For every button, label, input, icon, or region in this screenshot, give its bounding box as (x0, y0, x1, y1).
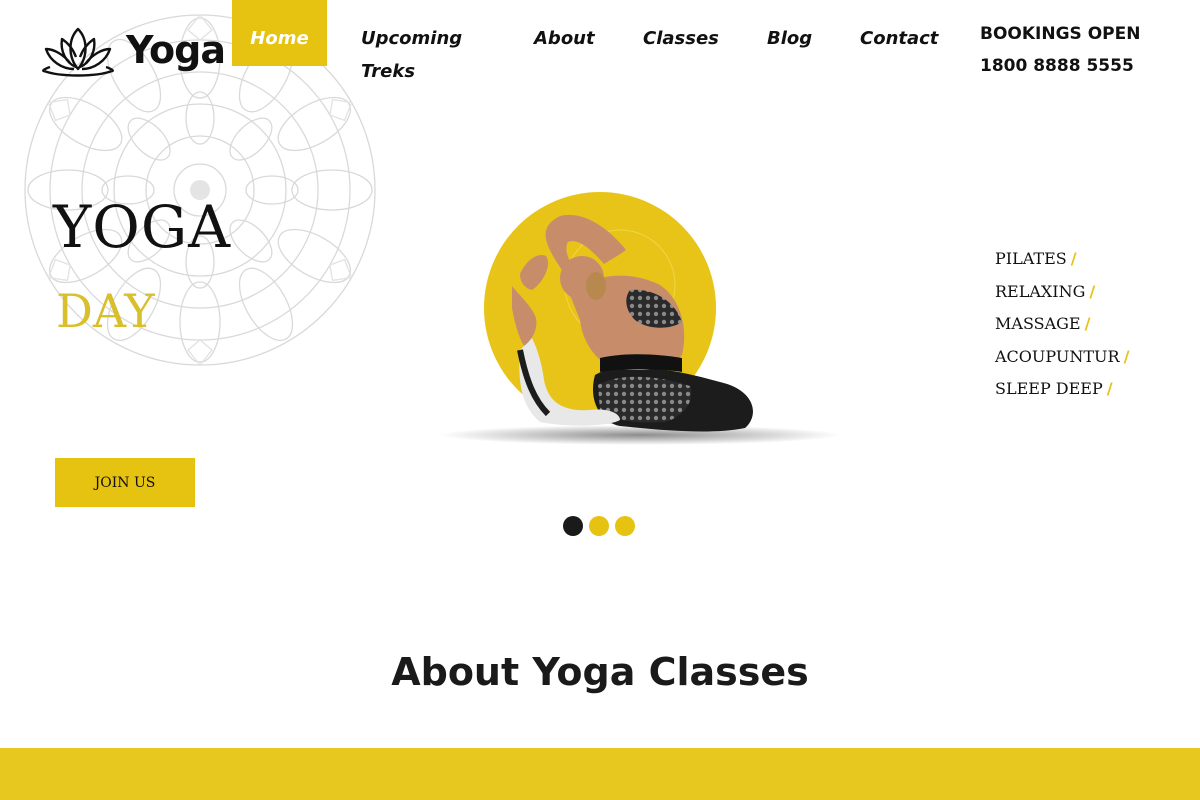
slider-dot-3[interactable] (615, 516, 635, 536)
service-separator: / (1123, 346, 1130, 366)
nav-upcoming-treks-link[interactable]: Upcoming Treks (361, 22, 491, 88)
hero-title: YOGA (53, 193, 232, 261)
hero-subtitle: DAY (56, 284, 155, 338)
lotus-icon (42, 27, 114, 77)
brand-name: Yoga (126, 28, 226, 72)
slider-dots (563, 516, 635, 536)
brand-logo[interactable]: Yoga (40, 22, 226, 78)
services-list: PILATES / RELAXING / MASSAGE / ACOUPUNTUR / … (995, 246, 1129, 409)
service-label: SLEEP DEEP (995, 379, 1103, 398)
service-label: ACOUPUNTUR (995, 346, 1120, 366)
service-label: MASSAGE (995, 314, 1081, 333)
bookings-phone[interactable]: 1800 8888 5555 (980, 50, 1140, 82)
nav-contact-link[interactable]: Contact (860, 22, 938, 55)
yoga-pose-illustration (440, 192, 840, 445)
bookings-info: BOOKINGS OPEN 1800 8888 5555 (980, 18, 1140, 82)
bookings-label: BOOKINGS OPEN (980, 24, 1141, 44)
service-label: RELAXING (995, 281, 1086, 301)
service-item[interactable]: RELAXING / (995, 279, 1129, 312)
service-separator: / (1106, 379, 1113, 398)
service-item[interactable]: ACOUPUNTUR / (995, 344, 1129, 377)
slider-dot-2[interactable] (589, 516, 609, 536)
about-heading: About Yoga Classes (391, 650, 809, 694)
service-item[interactable]: SLEEP DEEP / (995, 376, 1129, 409)
service-separator: / (1084, 314, 1091, 333)
service-item[interactable]: MASSAGE / (995, 311, 1129, 344)
nav-about-link[interactable]: About (534, 22, 595, 55)
join-us-button[interactable]: JOIN US (55, 458, 195, 507)
nav-home-link[interactable]: Home (232, 0, 327, 66)
service-separator: / (1070, 249, 1077, 268)
service-label: PILATES (995, 249, 1067, 268)
service-separator: / (1089, 281, 1096, 301)
nav-blog-link[interactable]: Blog (767, 22, 812, 55)
service-item[interactable]: PILATES / (995, 246, 1129, 279)
slider-dot-1[interactable] (563, 516, 583, 536)
nav-classes-link[interactable]: Classes (643, 22, 719, 55)
section-band (0, 748, 1200, 800)
page: Yoga Home Upcoming Treks About Classes B… (0, 0, 1200, 800)
